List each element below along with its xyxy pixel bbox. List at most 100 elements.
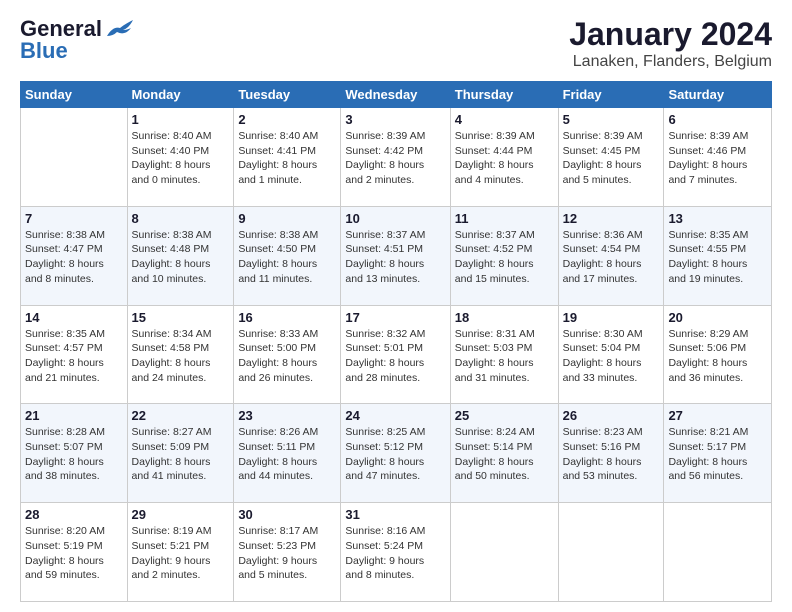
day-info: Sunrise: 8:39 AMSunset: 4:46 PMDaylight:…	[668, 129, 767, 188]
day-info: Sunrise: 8:36 AMSunset: 4:54 PMDaylight:…	[563, 228, 660, 287]
day-number: 23	[238, 408, 336, 423]
day-number: 31	[345, 507, 445, 522]
calendar-header-row: Sunday Monday Tuesday Wednesday Thursday…	[21, 82, 772, 108]
day-info: Sunrise: 8:23 AMSunset: 5:16 PMDaylight:…	[563, 425, 660, 484]
calendar-cell: 14 Sunrise: 8:35 AMSunset: 4:57 PMDayligh…	[21, 305, 128, 404]
day-number: 1	[132, 112, 230, 127]
day-info: Sunrise: 8:19 AMSunset: 5:21 PMDaylight:…	[132, 524, 230, 583]
calendar-cell: 9 Sunrise: 8:38 AMSunset: 4:50 PMDaylight…	[234, 206, 341, 305]
day-info: Sunrise: 8:37 AMSunset: 4:51 PMDaylight:…	[345, 228, 445, 287]
header: General Blue January 2024 Lanaken, Fland…	[20, 16, 772, 71]
logo: General Blue	[20, 16, 135, 64]
calendar-week-row-5: 28Sunrise: 8:20 AMSunset: 5:19 PMDayligh…	[21, 503, 772, 602]
col-friday: Friday	[558, 82, 664, 108]
day-info: Sunrise: 8:39 AMSunset: 4:44 PMDaylight:…	[455, 129, 554, 188]
calendar-cell: 29 Sunrise: 8:19 AMSunset: 5:21 PMDayligh…	[127, 503, 234, 602]
day-number: 18	[455, 310, 554, 325]
day-info: Sunrise: 8:38 AMSunset: 4:50 PMDaylight:…	[238, 228, 336, 287]
col-thursday: Thursday	[450, 82, 558, 108]
calendar-week-row-2: 7 Sunrise: 8:38 AMSunset: 4:47 PMDaylight…	[21, 206, 772, 305]
col-saturday: Saturday	[664, 82, 772, 108]
day-number: 17	[345, 310, 445, 325]
calendar-cell: 20 Sunrise: 8:29 AMSunset: 5:06 PMDayligh…	[664, 305, 772, 404]
title-block: January 2024 Lanaken, Flanders, Belgium	[569, 16, 772, 71]
calendar-cell: 4 Sunrise: 8:39 AMSunset: 4:44 PMDaylight…	[450, 108, 558, 207]
calendar-cell	[450, 503, 558, 602]
calendar-cell: 23 Sunrise: 8:26 AMSunset: 5:11 PMDayligh…	[234, 404, 341, 503]
day-info: Sunrise: 8:39 AMSunset: 4:42 PMDaylight:…	[345, 129, 445, 188]
day-number: 21	[25, 408, 123, 423]
calendar-cell: 18 Sunrise: 8:31 AMSunset: 5:03 PMDayligh…	[450, 305, 558, 404]
calendar-cell: 12 Sunrise: 8:36 AMSunset: 4:54 PMDayligh…	[558, 206, 664, 305]
day-number: 13	[668, 211, 767, 226]
day-number: 10	[345, 211, 445, 226]
day-info: Sunrise: 8:30 AMSunset: 5:04 PMDaylight:…	[563, 327, 660, 386]
day-number: 28	[25, 507, 123, 522]
day-number: 14	[25, 310, 123, 325]
day-info: Sunrise: 8:29 AMSunset: 5:06 PMDaylight:…	[668, 327, 767, 386]
calendar-cell: 26 Sunrise: 8:23 AMSunset: 5:16 PMDayligh…	[558, 404, 664, 503]
day-number: 9	[238, 211, 336, 226]
calendar-cell: 6Sunrise: 8:39 AMSunset: 4:46 PMDaylight…	[664, 108, 772, 207]
day-info: Sunrise: 8:25 AMSunset: 5:12 PMDaylight:…	[345, 425, 445, 484]
day-number: 25	[455, 408, 554, 423]
calendar-cell	[21, 108, 128, 207]
calendar-cell: 25 Sunrise: 8:24 AMSunset: 5:14 PMDayligh…	[450, 404, 558, 503]
day-info: Sunrise: 8:40 AMSunset: 4:41 PMDaylight:…	[238, 129, 336, 188]
calendar-cell: 10 Sunrise: 8:37 AMSunset: 4:51 PMDayligh…	[341, 206, 450, 305]
calendar-cell	[664, 503, 772, 602]
subtitle: Lanaken, Flanders, Belgium	[569, 53, 772, 71]
day-number: 27	[668, 408, 767, 423]
day-info: Sunrise: 8:35 AMSunset: 4:55 PMDaylight:…	[668, 228, 767, 287]
calendar-cell: 17Sunrise: 8:32 AMSunset: 5:01 PMDayligh…	[341, 305, 450, 404]
calendar-cell	[558, 503, 664, 602]
calendar-cell: 13 Sunrise: 8:35 AMSunset: 4:55 PMDayligh…	[664, 206, 772, 305]
day-info: Sunrise: 8:17 AMSunset: 5:23 PMDaylight:…	[238, 524, 336, 583]
day-number: 24	[345, 408, 445, 423]
day-info: Sunrise: 8:39 AMSunset: 4:45 PMDaylight:…	[563, 129, 660, 188]
day-number: 20	[668, 310, 767, 325]
day-number: 15	[132, 310, 230, 325]
day-info: Sunrise: 8:26 AMSunset: 5:11 PMDaylight:…	[238, 425, 336, 484]
calendar-table: Sunday Monday Tuesday Wednesday Thursday…	[20, 81, 772, 602]
day-info: Sunrise: 8:28 AMSunset: 5:07 PMDaylight:…	[25, 425, 123, 484]
day-number: 4	[455, 112, 554, 127]
day-number: 30	[238, 507, 336, 522]
day-number: 3	[345, 112, 445, 127]
day-info: Sunrise: 8:34 AMSunset: 4:58 PMDaylight:…	[132, 327, 230, 386]
calendar-cell: 19Sunrise: 8:30 AMSunset: 5:04 PMDayligh…	[558, 305, 664, 404]
logo-blue: Blue	[20, 38, 68, 64]
col-sunday: Sunday	[21, 82, 128, 108]
day-info: Sunrise: 8:31 AMSunset: 5:03 PMDaylight:…	[455, 327, 554, 386]
day-info: Sunrise: 8:27 AMSunset: 5:09 PMDaylight:…	[132, 425, 230, 484]
col-wednesday: Wednesday	[341, 82, 450, 108]
day-number: 26	[563, 408, 660, 423]
calendar-cell: 2Sunrise: 8:40 AMSunset: 4:41 PMDaylight…	[234, 108, 341, 207]
calendar-week-row-3: 14 Sunrise: 8:35 AMSunset: 4:57 PMDayligh…	[21, 305, 772, 404]
day-number: 11	[455, 211, 554, 226]
day-number: 12	[563, 211, 660, 226]
day-number: 8	[132, 211, 230, 226]
calendar-cell: 21 Sunrise: 8:28 AMSunset: 5:07 PMDayligh…	[21, 404, 128, 503]
day-number: 22	[132, 408, 230, 423]
day-info: Sunrise: 8:37 AMSunset: 4:52 PMDaylight:…	[455, 228, 554, 287]
logo-bird-icon	[105, 18, 135, 40]
col-tuesday: Tuesday	[234, 82, 341, 108]
day-info: Sunrise: 8:38 AMSunset: 4:47 PMDaylight:…	[25, 228, 123, 287]
day-info: Sunrise: 8:21 AMSunset: 5:17 PMDaylight:…	[668, 425, 767, 484]
calendar-cell: 30 Sunrise: 8:17 AMSunset: 5:23 PMDayligh…	[234, 503, 341, 602]
calendar-cell: 7 Sunrise: 8:38 AMSunset: 4:47 PMDaylight…	[21, 206, 128, 305]
calendar-cell: 5Sunrise: 8:39 AMSunset: 4:45 PMDaylight…	[558, 108, 664, 207]
calendar-cell: 16Sunrise: 8:33 AMSunset: 5:00 PMDayligh…	[234, 305, 341, 404]
day-info: Sunrise: 8:40 AMSunset: 4:40 PMDaylight:…	[132, 129, 230, 188]
calendar-cell: 31Sunrise: 8:16 AMSunset: 5:24 PMDayligh…	[341, 503, 450, 602]
day-info: Sunrise: 8:24 AMSunset: 5:14 PMDaylight:…	[455, 425, 554, 484]
page: General Blue January 2024 Lanaken, Fland…	[0, 0, 792, 612]
day-number: 7	[25, 211, 123, 226]
calendar-cell: 22 Sunrise: 8:27 AMSunset: 5:09 PMDayligh…	[127, 404, 234, 503]
day-info: Sunrise: 8:33 AMSunset: 5:00 PMDaylight:…	[238, 327, 336, 386]
calendar-cell: 11 Sunrise: 8:37 AMSunset: 4:52 PMDayligh…	[450, 206, 558, 305]
day-number: 29	[132, 507, 230, 522]
day-info: Sunrise: 8:35 AMSunset: 4:57 PMDaylight:…	[25, 327, 123, 386]
calendar-cell: 15 Sunrise: 8:34 AMSunset: 4:58 PMDayligh…	[127, 305, 234, 404]
